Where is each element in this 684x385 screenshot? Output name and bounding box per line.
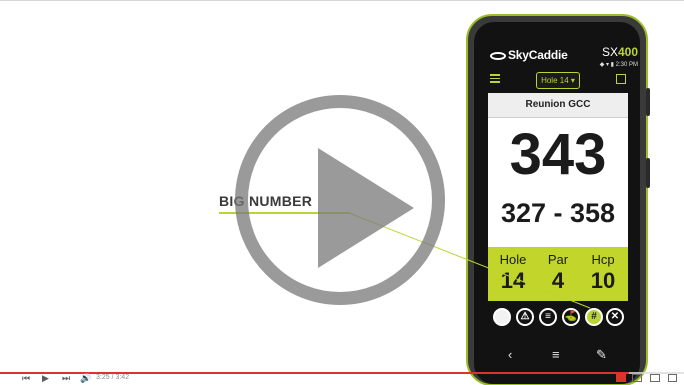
video-frame[interactable]: SkyCaddie SX400 ◆ ▾ ▮ 2:30 PM Hole 14 ▾ … (0, 0, 684, 385)
player-controls: ⏮ ▶ ⏭ 🔊 3:25 / 3:42 (0, 373, 684, 385)
previous-icon[interactable]: ⏮ (22, 373, 30, 384)
theater-icon[interactable] (650, 374, 660, 382)
play-small-icon[interactable]: ▶ (42, 373, 49, 384)
next-icon[interactable]: ⏭ (62, 373, 70, 384)
miniplayer-icon[interactable] (632, 374, 642, 382)
progress-fill (0, 372, 630, 374)
volume-icon[interactable]: 🔊 (80, 373, 91, 384)
fullscreen-icon[interactable] (668, 374, 677, 382)
time-display: 3:25 / 3:42 (96, 374, 130, 381)
settings-icon[interactable] (616, 374, 626, 382)
play-icon[interactable] (318, 148, 414, 268)
